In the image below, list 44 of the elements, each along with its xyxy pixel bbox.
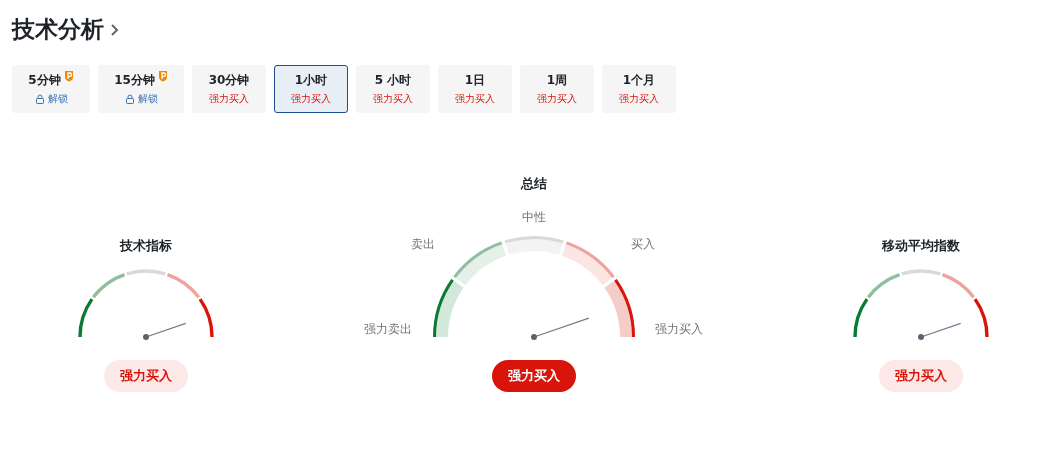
verdict-badge: 强力买入 — [879, 360, 963, 392]
timeframe-label: 1周 — [546, 72, 568, 89]
lock-icon — [124, 94, 135, 104]
timeframe-label: 1日 — [464, 72, 486, 89]
timeframe-status: 强力买入 — [373, 92, 413, 106]
timeframe-tab[interactable]: 1日 强力买入 — [438, 65, 512, 113]
lock-icon — [34, 94, 45, 104]
zone-label: 强力买入 — [655, 322, 703, 336]
timeframe-tab[interactable]: 1周 强力买入 — [520, 65, 594, 113]
timeframe-label: 1个月 — [622, 72, 656, 89]
zone-label: 卖出 — [411, 237, 435, 251]
zone-label: 强力卖出 — [364, 322, 412, 336]
timeframe-status: 解锁 — [137, 92, 158, 106]
timeframe-tab[interactable]: 1个月 强力买入 — [602, 65, 676, 113]
timeframe-label: 15分钟 — [114, 72, 155, 89]
gauge-needle — [143, 322, 187, 340]
chevron-right-icon — [110, 23, 120, 37]
timeframe-tab[interactable]: 5 小时 强力买入 — [356, 65, 430, 113]
verdict-badge: 强力买入 — [104, 360, 188, 392]
timeframe-label: 5 小时 — [374, 72, 412, 89]
section-title[interactable]: 技术分析 — [12, 13, 104, 45]
gauge-title: 总结 — [521, 175, 547, 193]
timeframe-status: 强力买入 — [209, 92, 249, 106]
timeframe-status: 强力买入 — [455, 92, 495, 106]
timeframe-status: 解锁 — [47, 92, 68, 106]
timeframe-label: 30分钟 — [208, 72, 250, 89]
verdict-badge: 强力买入 — [492, 360, 576, 392]
premium-badge-icon — [157, 70, 168, 82]
timeframe-status: 强力买入 — [537, 92, 577, 106]
timeframe-status: 强力买入 — [291, 92, 331, 106]
timeframe-status: 强力买入 — [619, 92, 659, 106]
zone-label: 中性 — [522, 210, 546, 224]
gauge-needle — [531, 317, 590, 340]
timeframe-tab[interactable]: 30分钟 强力买入 — [192, 65, 266, 113]
timeframe-label: 5分钟 — [28, 72, 61, 89]
premium-badge-icon — [63, 70, 74, 82]
timeframe-label: 1小时 — [294, 72, 328, 89]
gauge-needle — [918, 322, 962, 340]
gauge-title: 移动平均指数 — [882, 237, 960, 255]
zone-label: 买入 — [631, 237, 655, 251]
timeframe-tab[interactable]: 5分钟 解锁 — [12, 65, 90, 113]
gauge-title: 技术指标 — [120, 237, 172, 255]
timeframe-tab[interactable]: 15分钟 解锁 — [98, 65, 184, 113]
timeframe-tab[interactable]: 1小时 强力买入 — [274, 65, 348, 113]
